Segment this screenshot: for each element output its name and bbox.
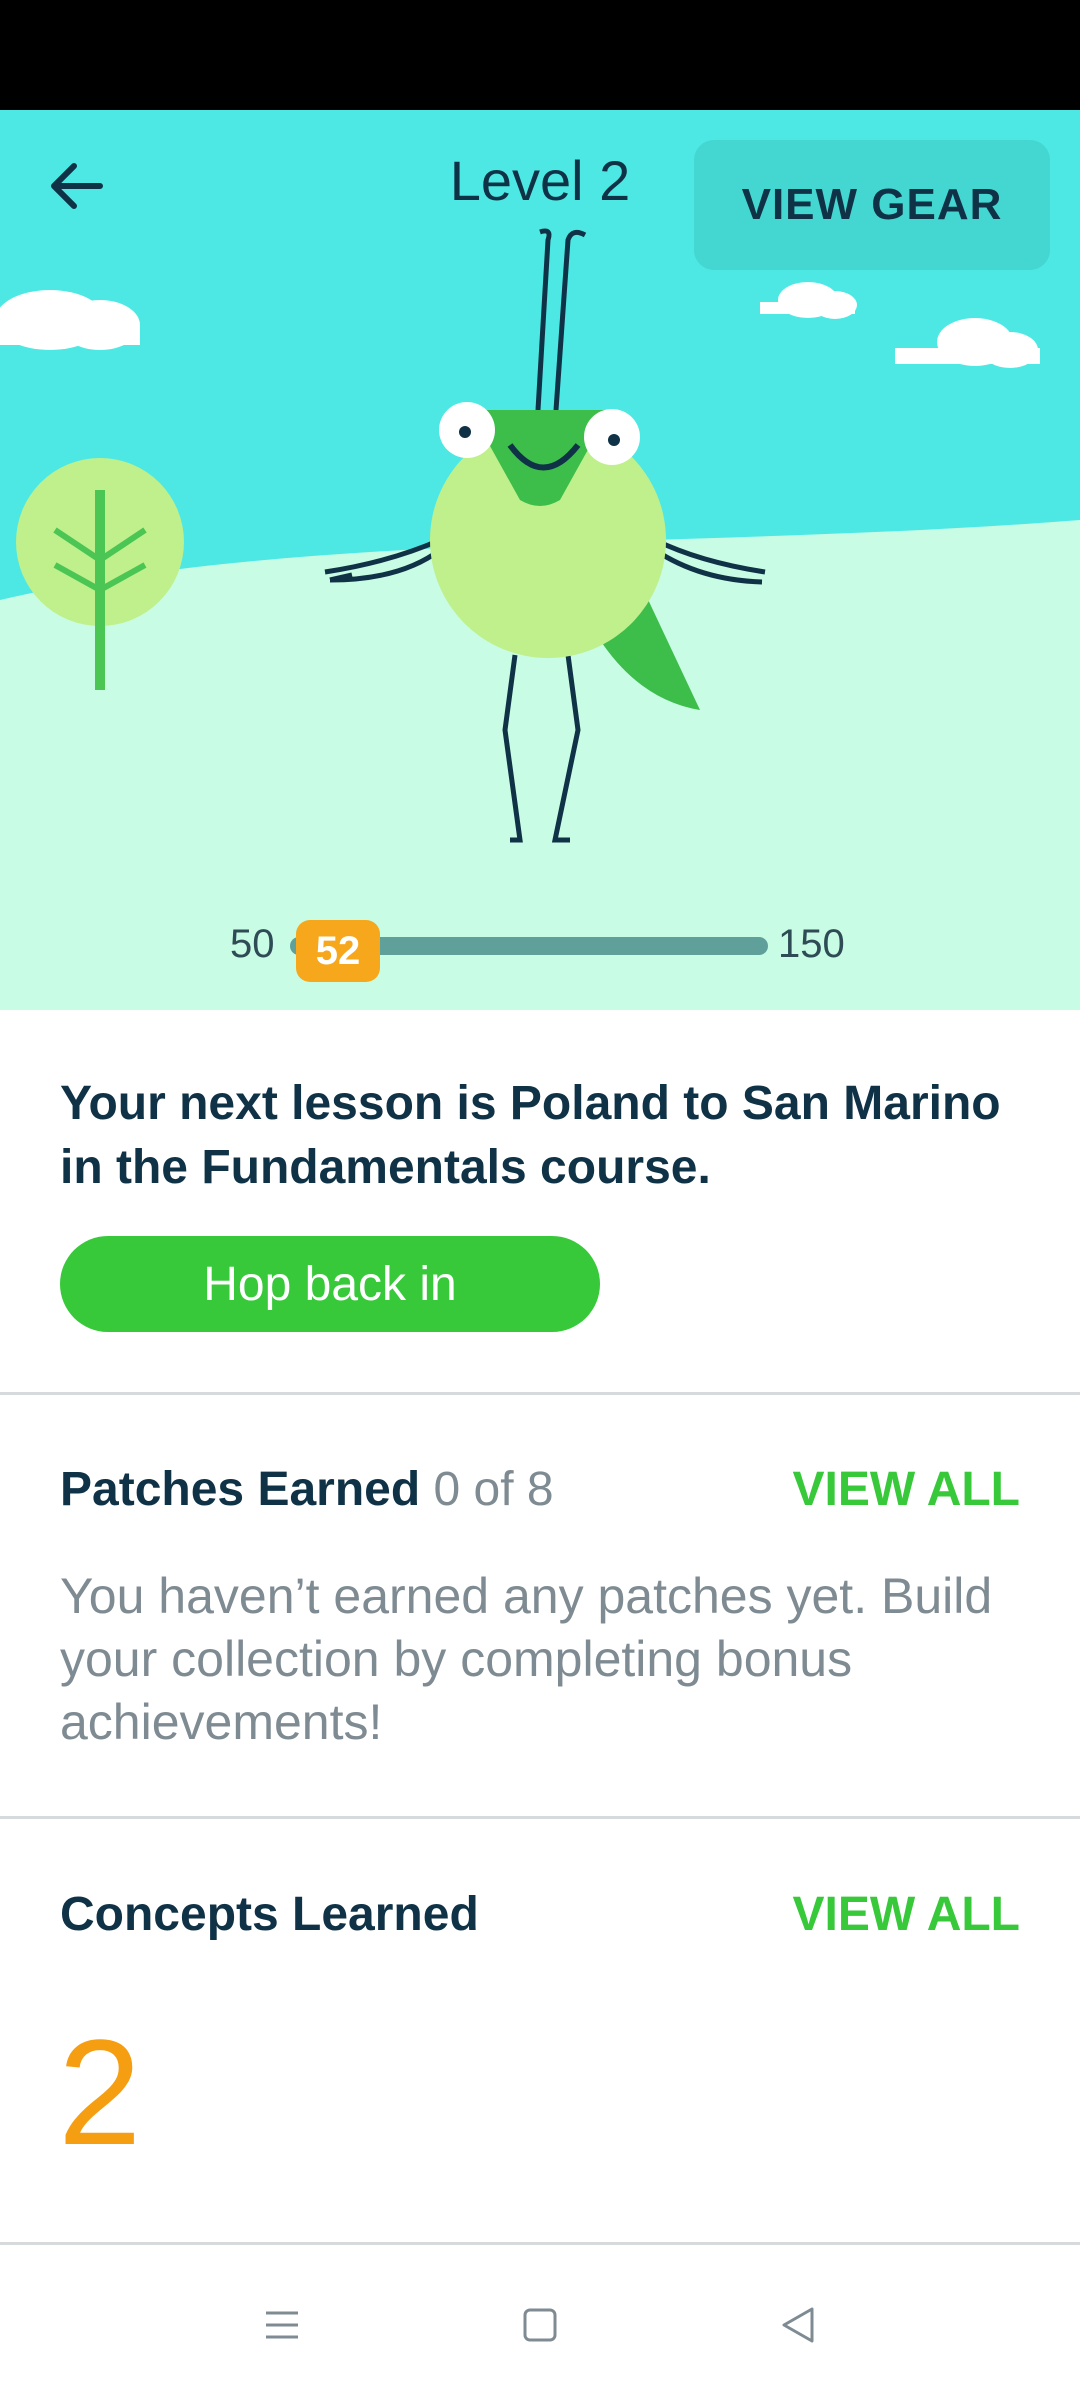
progress-max-label: 150: [778, 922, 845, 966]
patches-count: 0 of 8: [433, 1463, 554, 1516]
nav-home-button[interactable]: [500, 2285, 580, 2365]
system-nav-bar: [0, 2245, 1080, 2400]
divider: [0, 1392, 1080, 1395]
concepts-view-all-link[interactable]: VIEW ALL: [792, 1887, 1020, 1942]
patches-title: Patches Earned 0 of 8: [60, 1462, 554, 1517]
patches-description: You haven’t earned any patches yet. Buil…: [60, 1568, 993, 1750]
concepts-title: Concepts Learned: [60, 1888, 479, 1941]
xp-progress-badge: 52: [296, 920, 380, 982]
menu-icon: [266, 2311, 298, 2339]
view-gear-button[interactable]: VIEW GEAR: [694, 140, 1050, 270]
nav-back-button[interactable]: [758, 2285, 838, 2365]
divider: [0, 1816, 1080, 1819]
square-icon: [523, 2308, 557, 2342]
hero-banner: Level 2 VIEW GEAR 50 52 150: [0, 110, 1080, 1010]
progress-min-label: 50: [230, 922, 275, 966]
status-bar: [0, 0, 1080, 110]
hop-back-in-button[interactable]: Hop back in: [60, 1236, 600, 1332]
patches-view-all-link[interactable]: VIEW ALL: [792, 1462, 1020, 1517]
triangle-back-icon: [782, 2307, 814, 2343]
concepts-count: 2: [58, 2008, 142, 2176]
patches-title-label: Patches Earned: [60, 1463, 421, 1516]
nav-menu-button[interactable]: [242, 2285, 322, 2365]
next-lesson-text: Your next lesson is Poland to San Marino…: [60, 1077, 1001, 1194]
